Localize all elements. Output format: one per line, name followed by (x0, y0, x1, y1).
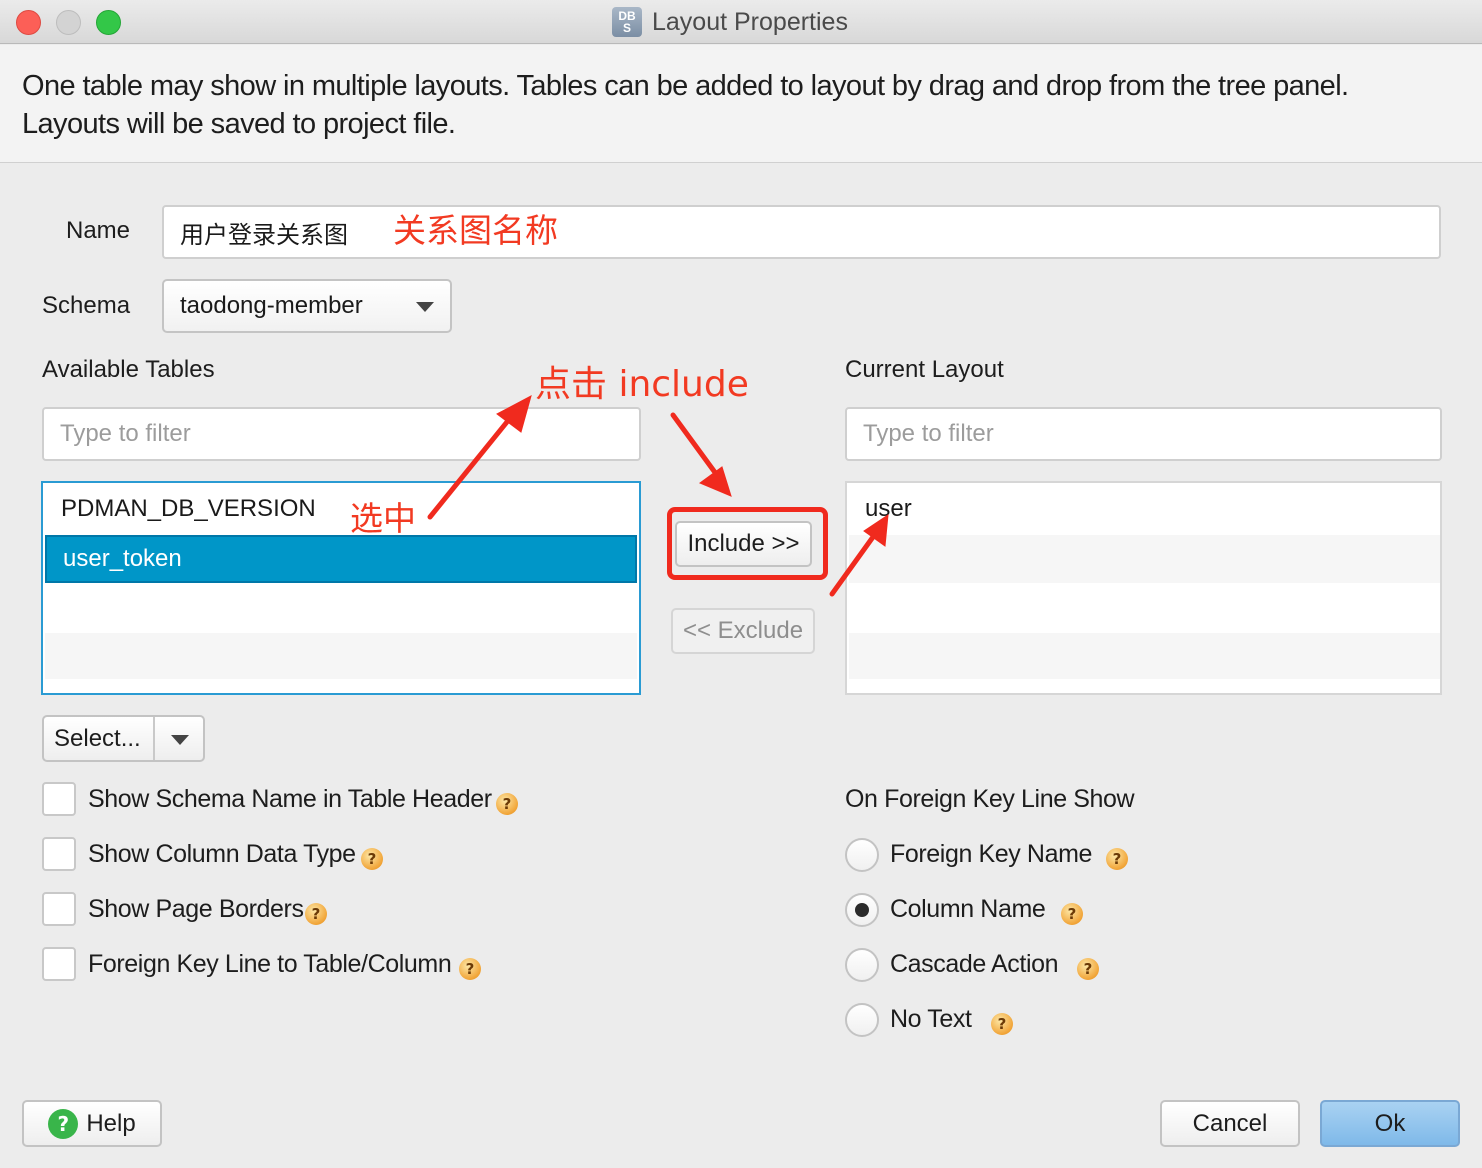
arrowhead (698, 466, 732, 497)
annotation-arrows (427, 395, 889, 597)
arrow-to-user (829, 527, 881, 597)
arrow-to-include-text (427, 409, 518, 520)
